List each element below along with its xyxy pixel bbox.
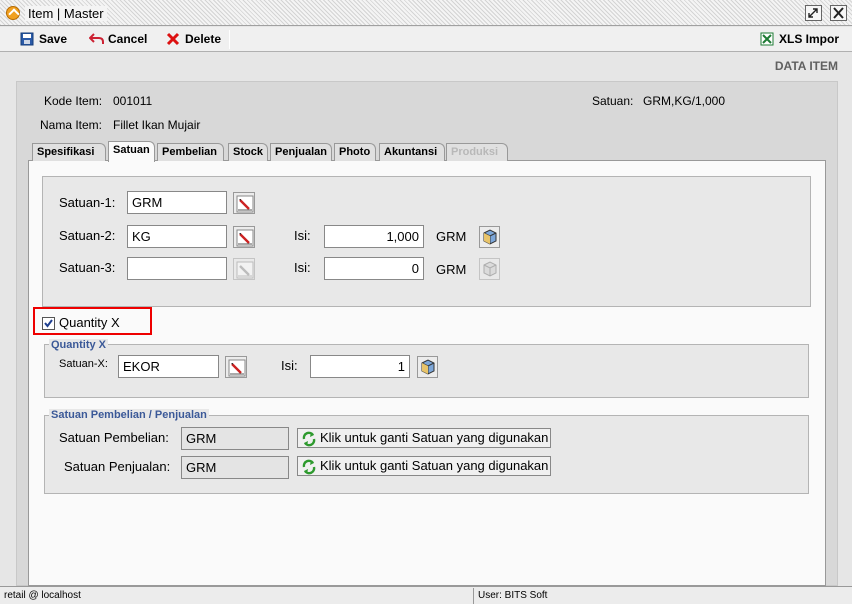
satuan-x-isi-input[interactable]: 1 <box>310 355 410 378</box>
satuan-2-unit: GRM <box>436 229 467 244</box>
delete-label: Delete <box>185 32 222 46</box>
satuan-penjualan-field: GRM <box>181 456 289 479</box>
ganti-satuan-penjualan-label: Klik untuk ganti Satuan yang digunakan <box>320 458 549 473</box>
refresh-icon <box>302 431 316 447</box>
tab-stock[interactable]: Stock <box>228 143 268 161</box>
save-label: Save <box>39 32 68 46</box>
pembelian-penjualan-group-title: Satuan Pembelian / Penjualan <box>49 409 209 421</box>
window-title: Item | Master <box>25 6 107 21</box>
xls-import-label: XLS Impor <box>779 32 840 46</box>
satuan-summary-value: GRM,KG/1,000 <box>643 94 726 108</box>
status-user: User: BITS Soft <box>478 590 548 601</box>
section-label: DATA ITEM <box>774 59 838 73</box>
pencil-icon <box>236 261 254 279</box>
cancel-label: Cancel <box>108 32 148 46</box>
satuan-3-unit: GRM <box>436 262 467 277</box>
quantity-x-group-title: Quantity X <box>49 339 109 351</box>
cube-icon <box>483 261 497 277</box>
tab-satuan[interactable]: Satuan <box>108 141 155 162</box>
unit-lookup-3-button[interactable] <box>479 258 500 280</box>
satuan-2-label: Satuan-2: <box>59 228 116 243</box>
save-button[interactable]: Save <box>20 29 70 50</box>
app-icon <box>6 6 20 20</box>
delete-button[interactable]: Delete <box>166 29 224 50</box>
ganti-satuan-penjualan-button[interactable]: Klik untuk ganti Satuan yang digunakan <box>297 456 551 476</box>
edit-satuan-x-button[interactable] <box>225 356 247 378</box>
xls-import-button[interactable]: XLS Impor <box>760 29 840 50</box>
satuan-x-input[interactable]: EKOR <box>118 355 219 378</box>
satuan-penjualan-label: Satuan Penjualan: <box>64 459 171 474</box>
satuan-1-input[interactable]: GRM <box>127 191 227 214</box>
edit-satuan-1-button[interactable] <box>233 192 255 214</box>
nama-item-value: Fillet Ikan Mujair <box>113 118 201 132</box>
pencil-icon <box>228 359 246 377</box>
tab-produksi: Produksi <box>446 143 508 161</box>
tab-akuntansi[interactable]: Akuntansi <box>379 143 445 161</box>
close-icon[interactable] <box>830 5 847 21</box>
kode-item-value: 001011 <box>113 94 153 108</box>
unit-lookup-x-button[interactable] <box>417 356 438 378</box>
title-bar: Item | Master <box>0 0 852 26</box>
tab-photo[interactable]: Photo <box>334 143 376 161</box>
quantity-x-highlight: Quantity X <box>33 307 152 335</box>
satuan-3-input[interactable] <box>127 257 227 280</box>
delete-x-icon <box>166 32 180 46</box>
restore-icon[interactable] <box>805 5 822 21</box>
quantity-x-checkbox-label[interactable]: Quantity X <box>59 315 120 330</box>
item-master-window: Item | Master Save Cancel Delete XLS Imp… <box>0 0 852 604</box>
tab-spesifikasi[interactable]: Spesifikasi <box>32 143 106 161</box>
toolbar: Save Cancel Delete XLS Impor <box>0 27 852 52</box>
satuan-3-isi-label: Isi: <box>294 260 311 275</box>
quantity-x-checkbox[interactable] <box>42 317 55 330</box>
satuan-pembelian-field: GRM <box>181 427 289 450</box>
ganti-satuan-pembelian-button[interactable]: Klik untuk ganti Satuan yang digunakan <box>297 428 551 448</box>
satuan-3-isi-input[interactable]: 0 <box>324 257 424 280</box>
satuan-summary-label: Satuan: <box>592 94 634 108</box>
refresh-icon <box>302 459 316 475</box>
satuan-pembelian-label: Satuan Pembelian: <box>59 430 169 445</box>
undo-icon <box>88 32 104 46</box>
status-connection: retail @ localhost <box>0 588 474 604</box>
status-bar: retail @ localhost User: BITS Soft <box>0 586 852 604</box>
pembelian-penjualan-group <box>44 415 809 494</box>
satuan-x-label: Satuan-X: <box>59 358 108 370</box>
toolbar-separator <box>229 30 230 49</box>
edit-satuan-2-button[interactable] <box>233 226 255 248</box>
floppy-icon <box>20 32 34 46</box>
cube-icon <box>421 359 435 375</box>
tab-penjualan[interactable]: Penjualan <box>270 143 332 161</box>
satuan-x-isi-label: Isi: <box>281 358 298 373</box>
excel-icon <box>760 32 774 46</box>
satuan-2-isi-label: Isi: <box>294 228 311 243</box>
nama-item-label: Nama Item: <box>40 118 103 132</box>
pencil-icon <box>236 195 254 213</box>
edit-satuan-3-button[interactable] <box>233 258 255 280</box>
unit-lookup-2-button[interactable] <box>479 226 500 248</box>
pencil-icon <box>236 229 254 247</box>
satuan-2-input[interactable]: KG <box>127 225 227 248</box>
satuan-1-label: Satuan-1: <box>59 195 116 210</box>
kode-item-label: Kode Item: <box>44 94 103 108</box>
ganti-satuan-pembelian-label: Klik untuk ganti Satuan yang digunakan <box>320 430 549 445</box>
checkmark-icon <box>44 319 53 328</box>
cancel-button[interactable]: Cancel <box>88 29 149 50</box>
tab-pembelian[interactable]: Pembelian <box>157 143 224 161</box>
cube-icon <box>483 229 497 245</box>
satuan-2-isi-input[interactable]: 1,000 <box>324 225 424 248</box>
satuan-3-label: Satuan-3: <box>59 260 116 275</box>
